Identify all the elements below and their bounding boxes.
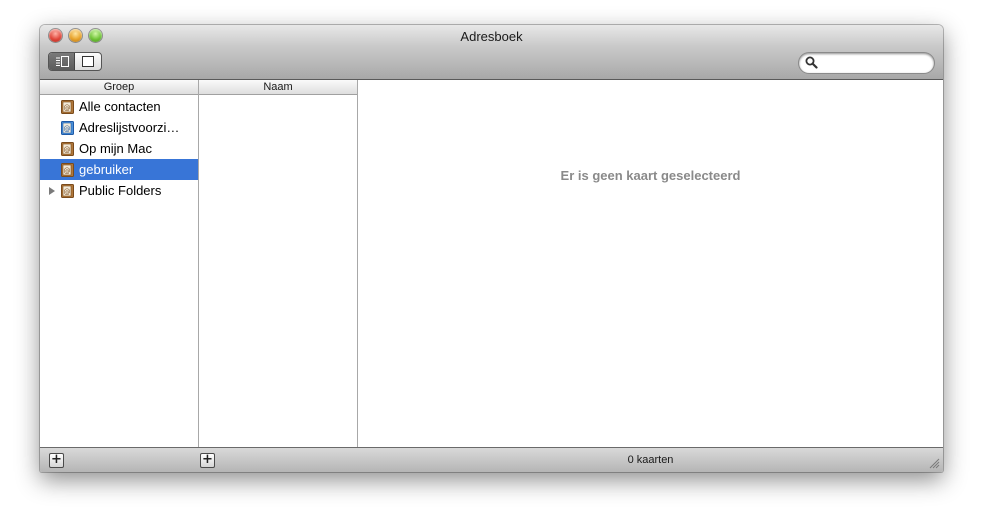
column-view-icon (55, 56, 69, 67)
card-pane: Er is geen kaart geselecteerd (358, 80, 943, 447)
group-item-label: Alle contacten (79, 99, 161, 114)
disclosure-triangle-icon[interactable] (49, 187, 55, 195)
svg-text:@: @ (64, 104, 71, 112)
group-item-label: Adreslijstvoorzi… (79, 120, 180, 135)
address-book-icon: @ (61, 142, 74, 156)
address-book-icon: @ (61, 100, 74, 114)
name-list[interactable] (199, 95, 357, 447)
group-item-label: Op mijn Mac (79, 141, 152, 156)
add-group-button[interactable]: + (49, 453, 64, 468)
resize-grip-icon[interactable] (929, 458, 940, 469)
window-title: Adresboek (460, 29, 523, 44)
card-count: 0 kaarten (627, 454, 674, 466)
add-contact-button[interactable]: + (200, 453, 215, 468)
card-only-view-button[interactable] (75, 53, 101, 70)
svg-text:@: @ (64, 146, 71, 154)
group-item[interactable]: @ Op mijn Mac (40, 138, 198, 159)
group-item[interactable]: @ gebruiker (40, 159, 198, 180)
address-book-window: Adresboek Groep @ Alle contacten @ Adres… (40, 25, 943, 472)
group-item[interactable]: @ Public Folders (40, 180, 198, 201)
svg-text:@: @ (64, 188, 71, 196)
no-card-selected-message: Er is geen kaart geselecteerd (560, 168, 741, 183)
search-icon (805, 56, 818, 69)
group-list: @ Alle contacten @ Adreslijstvoorzi… @ Op mij… (40, 95, 198, 201)
svg-text:@: @ (64, 125, 71, 133)
address-book-icon: @ (61, 184, 74, 198)
group-item-label: gebruiker (79, 162, 134, 177)
search-field[interactable] (799, 53, 934, 73)
card-and-column-view-button[interactable] (49, 53, 75, 70)
groups-column-header[interactable]: Groep (40, 80, 198, 95)
groups-column: Groep @ Alle contacten @ Adreslijstvoorzi… @… (40, 80, 199, 447)
directory-book-icon: @ (61, 121, 74, 135)
group-item[interactable]: @ Alle contacten (40, 96, 198, 117)
title-toolbar: Adresboek (40, 25, 943, 80)
address-book-icon: @ (61, 163, 74, 177)
view-mode-segmented-control (48, 52, 102, 71)
names-column-header[interactable]: Naam (199, 80, 357, 95)
names-column: Naam (199, 80, 358, 447)
svg-text:@: @ (64, 167, 71, 175)
group-item-label: Public Folders (79, 183, 162, 198)
search-input[interactable] (821, 55, 927, 71)
group-item[interactable]: @ Adreslijstvoorzi… (40, 117, 198, 138)
card-view-icon (82, 56, 94, 67)
bottom-bar: + + 0 kaarten (40, 447, 943, 472)
